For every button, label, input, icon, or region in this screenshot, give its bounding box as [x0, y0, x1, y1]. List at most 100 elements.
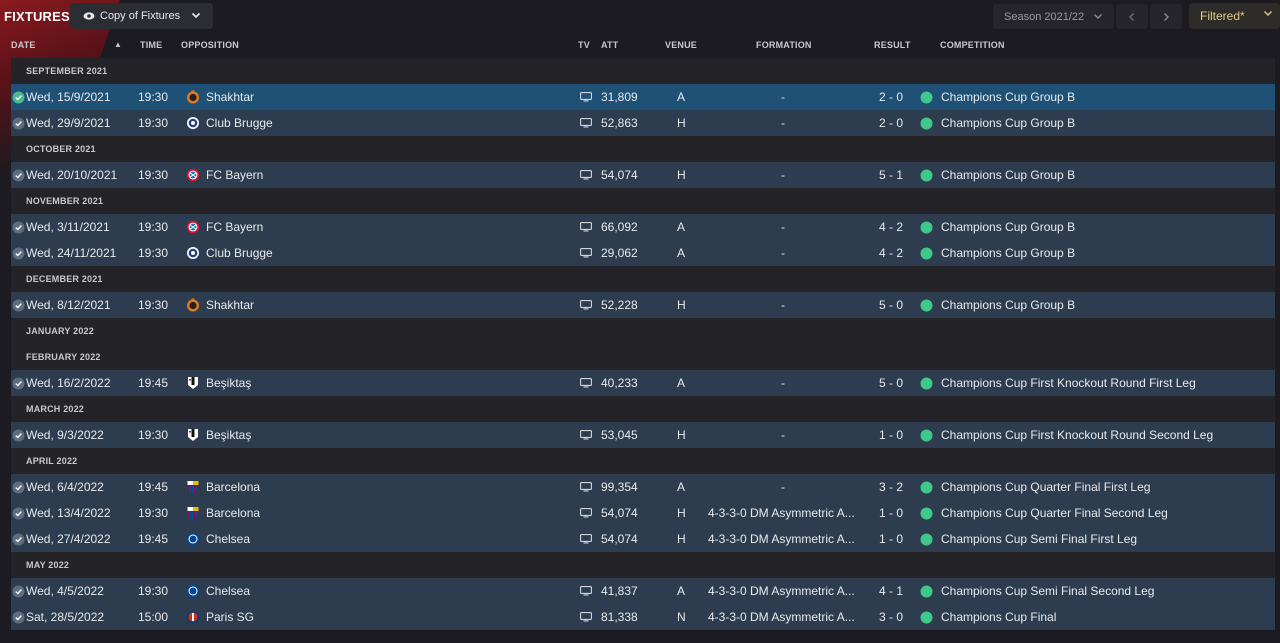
- fixture-row[interactable]: Wed, 8/12/2021 19:30 Shakhtar 52,228 H - 5 - 0…: [11, 292, 1275, 318]
- match-result[interactable]: 4 - 2: [871, 240, 911, 266]
- match-result[interactable]: 1 - 0: [871, 422, 911, 448]
- competition-link[interactable]: Champions Cup Group B: [941, 214, 1075, 240]
- view-select-dropdown[interactable]: Copy of Fixtures: [70, 3, 213, 29]
- competition-link[interactable]: Champions Cup Group B: [941, 292, 1075, 318]
- competition-link[interactable]: Champions Cup Group B: [941, 84, 1075, 110]
- month-header: OCTOBER 2021: [11, 136, 1275, 162]
- month-header: NOVEMBER 2021: [11, 188, 1275, 214]
- opponent-name: FC Bayern: [206, 220, 264, 234]
- competition-link[interactable]: Champions Cup Group B: [941, 162, 1075, 188]
- chevron-down-icon: [1262, 7, 1274, 19]
- attendance: 53,045: [601, 428, 638, 442]
- opponent-link[interactable]: FC Bayern: [186, 162, 263, 188]
- competition-link[interactable]: Champions Cup Semi Final Second Leg: [941, 578, 1154, 604]
- check-circle-icon: [12, 422, 26, 448]
- fixture-row[interactable]: Wed, 4/5/2022 19:30 Chelsea 41,837 A 4-3-3-0 …: [11, 578, 1275, 604]
- opponent-link[interactable]: FC Bayern: [186, 214, 263, 240]
- month-header: MAY 2022: [11, 552, 1275, 578]
- check-circle-icon: [12, 526, 26, 552]
- column-header-tv[interactable]: TV: [578, 40, 590, 50]
- match-result[interactable]: 5 - 0: [871, 370, 911, 396]
- match-result[interactable]: 3 - 2: [871, 474, 911, 500]
- fixture-row[interactable]: Sat, 28/5/2022 15:00 Paris SG 81,338 N 4-3-3-…: [11, 604, 1275, 630]
- fixture-date: Wed, 27/4/2022: [26, 532, 111, 546]
- match-result[interactable]: 1 - 0: [871, 526, 911, 552]
- competition-link[interactable]: Champions Cup Final: [941, 604, 1056, 630]
- attendance: 54,074: [601, 168, 638, 182]
- month-header: JANUARY 2022: [11, 318, 1275, 344]
- formation: -: [781, 220, 785, 234]
- column-header-time[interactable]: TIME: [140, 40, 162, 50]
- column-header-venue[interactable]: VENUE: [665, 40, 697, 50]
- month-header: FEBRUARY 2022: [11, 344, 1275, 370]
- competition-link[interactable]: Champions Cup Group B: [941, 110, 1075, 136]
- match-result[interactable]: 2 - 0: [871, 84, 911, 110]
- opponent-link[interactable]: Beşiktaş: [186, 370, 251, 396]
- fixture-row[interactable]: Wed, 6/4/2022 19:45 Barcelona 99,354 A - 3 - 2…: [11, 474, 1275, 500]
- opponent-link[interactable]: Beşiktaş: [186, 422, 251, 448]
- tv-icon: [580, 578, 592, 604]
- fixture-row[interactable]: Wed, 27/4/2022 19:45 Chelsea 54,074 H 4-3-3-0…: [11, 526, 1275, 552]
- opponent-link[interactable]: Barcelona: [186, 474, 260, 500]
- next-season-button[interactable]: [1150, 4, 1182, 29]
- club-crest-icon: [186, 428, 200, 442]
- table-header: DATE ▲ TIME OPPOSITION TV ATT VENUE FORM…: [0, 36, 1280, 54]
- column-header-result[interactable]: RESULT: [874, 40, 911, 50]
- fixture-row[interactable]: Wed, 15/9/2021 19:30 Shakhtar 31,809 A - 2 - 0…: [11, 84, 1275, 110]
- previous-season-button[interactable]: [1116, 4, 1148, 29]
- competition-link[interactable]: Champions Cup First Knockout Round First…: [941, 370, 1196, 396]
- opponent-name: Barcelona: [206, 506, 261, 520]
- opponent-link[interactable]: Club Brugge: [186, 240, 273, 266]
- opponent-link[interactable]: Paris SG: [186, 604, 254, 630]
- venue: A: [677, 90, 686, 104]
- chevron-down-icon: [1092, 10, 1104, 22]
- column-header-formation[interactable]: FORMATION: [756, 40, 812, 50]
- fixture-row[interactable]: Wed, 16/2/2022 19:45 Beşiktaş 40,233 A - 5 - 0…: [11, 370, 1275, 396]
- match-result[interactable]: 5 - 1: [871, 162, 911, 188]
- competition-link[interactable]: Champions Cup Semi Final First Leg: [941, 526, 1137, 552]
- attendance: 52,228: [601, 298, 638, 312]
- attendance: 99,354: [601, 480, 638, 494]
- column-header-competition[interactable]: COMPETITION: [940, 40, 1005, 50]
- fixture-row[interactable]: Wed, 3/11/2021 19:30 FC Bayern 66,092 A - 4 - …: [11, 214, 1275, 240]
- formation: -: [781, 376, 785, 390]
- club-crest-icon: [186, 220, 200, 234]
- opponent-link[interactable]: Barcelona: [186, 500, 260, 526]
- competition-link[interactable]: Champions Cup Quarter Final Second Leg: [941, 500, 1168, 526]
- match-result[interactable]: 2 - 0: [871, 110, 911, 136]
- toolbar: FIXTURES Copy of Fixtures Season 2021/22…: [0, 0, 1280, 32]
- season-select-dropdown[interactable]: Season 2021/22: [993, 4, 1114, 29]
- opponent-link[interactable]: Shakhtar: [186, 292, 254, 318]
- chevron-left-icon: [1129, 12, 1134, 21]
- fixture-time: 19:45: [138, 532, 169, 546]
- fixture-row[interactable]: Wed, 29/9/2021 19:30 Club Brugge 52,863 H - 2 …: [11, 110, 1275, 136]
- win-status-icon: [920, 240, 934, 266]
- fixture-row[interactable]: Wed, 9/3/2022 19:30 Beşiktaş 53,045 H - 1 - 0 C…: [11, 422, 1275, 448]
- club-crest-icon: [186, 116, 200, 130]
- opponent-name: Beşiktaş: [206, 428, 252, 442]
- opponent-link[interactable]: Chelsea: [186, 526, 250, 552]
- attendance: 54,074: [601, 506, 638, 520]
- opponent-link[interactable]: Club Brugge: [186, 110, 273, 136]
- competition-link[interactable]: Champions Cup Group B: [941, 240, 1075, 266]
- tv-icon: [580, 84, 592, 110]
- competition-link[interactable]: Champions Cup First Knockout Round Secon…: [941, 422, 1213, 448]
- check-circle-icon: [12, 84, 26, 110]
- column-header-opposition[interactable]: OPPOSITION: [181, 40, 239, 50]
- competition-link[interactable]: Champions Cup Quarter Final First Leg: [941, 474, 1150, 500]
- formation: -: [781, 168, 785, 182]
- opponent-link[interactable]: Shakhtar: [186, 84, 254, 110]
- match-result[interactable]: 4 - 1: [871, 578, 911, 604]
- fixture-row[interactable]: Wed, 20/10/2021 19:30 FC Bayern 54,074 H - 5 -…: [11, 162, 1275, 188]
- match-result[interactable]: 3 - 0: [871, 604, 911, 630]
- column-header-att[interactable]: ATT: [601, 40, 618, 50]
- fixture-row[interactable]: Wed, 24/11/2021 19:30 Club Brugge 29,062 A - 4…: [11, 240, 1275, 266]
- opponent-link[interactable]: Chelsea: [186, 578, 250, 604]
- match-result[interactable]: 1 - 0: [871, 500, 911, 526]
- match-result[interactable]: 4 - 2: [871, 214, 911, 240]
- fixture-row[interactable]: Wed, 13/4/2022 19:30 Barcelona 54,074 H 4-3-3…: [11, 500, 1275, 526]
- filter-button[interactable]: Filtered*: [1189, 3, 1280, 29]
- match-result[interactable]: 5 - 0: [871, 292, 911, 318]
- fixture-date: Wed, 15/9/2021: [26, 90, 111, 104]
- column-header-date[interactable]: DATE: [11, 40, 36, 50]
